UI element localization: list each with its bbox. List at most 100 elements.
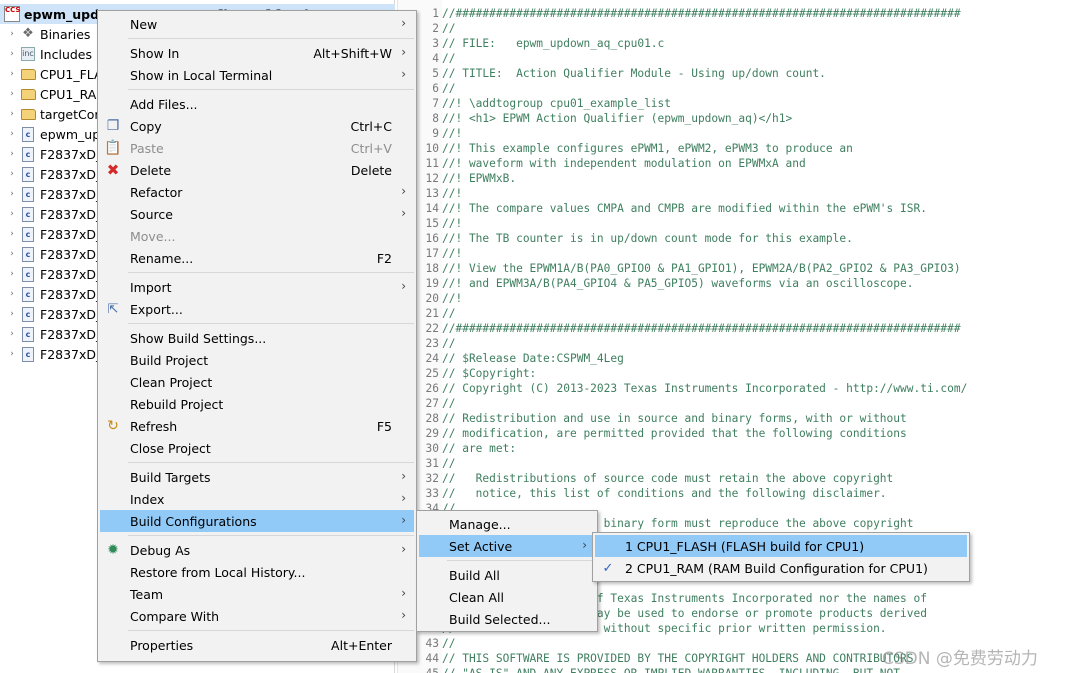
c-file-icon: c [20, 206, 36, 222]
menu-item-add-files[interactable]: Add Files... [100, 93, 414, 115]
folder-icon [20, 86, 36, 102]
submenu-arrow-icon: › [582, 538, 587, 552]
menu-item-import[interactable]: Import › [100, 276, 414, 298]
submenu-arrow-icon: › [401, 67, 406, 81]
menu-separator [128, 535, 414, 536]
menu-item-build-selected[interactable]: Build Selected... [419, 608, 595, 630]
set-active-option-1[interactable]: 1 CPU1_FLASH (FLASH build for CPU1) [595, 535, 967, 557]
expand-arrow-icon[interactable]: › [6, 169, 18, 179]
menu-icon-slot [419, 564, 445, 586]
menu-item-index[interactable]: Index › [100, 488, 414, 510]
menu-item-copy[interactable]: ❐ Copy Ctrl+C [100, 115, 414, 137]
menu-item-label: Build Selected... [449, 611, 551, 627]
menu-item-clean-project[interactable]: Clean Project [100, 371, 414, 393]
menu-item-refactor[interactable]: Refactor › [100, 181, 414, 203]
menu-item-clean-all[interactable]: Clean All [419, 586, 595, 608]
menu-item-properties[interactable]: Properties Alt+Enter [100, 634, 414, 656]
menu-item-new[interactable]: New › [100, 13, 414, 35]
code-line: 15//! [398, 216, 1065, 231]
code-line: 1//#####################################… [398, 6, 1065, 21]
menu-item-label: Delete [130, 162, 172, 178]
menu-item-refresh[interactable]: ↻ Refresh F5 [100, 415, 414, 437]
expand-arrow-icon[interactable]: › [6, 89, 18, 99]
folder-icon [20, 106, 36, 122]
code-text: // are met: [442, 442, 517, 455]
code-line: 17//! [398, 246, 1065, 261]
menu-item-label: Rebuild Project [130, 396, 224, 412]
menu-item-label: Compare With [130, 608, 220, 624]
expand-arrow-icon[interactable]: › [6, 329, 18, 339]
menu-item-rename[interactable]: Rename... F2 [100, 247, 414, 269]
expand-arrow-icon[interactable]: › [6, 249, 18, 259]
expand-arrow-icon[interactable]: › [6, 29, 18, 39]
expand-arrow-icon[interactable]: › [6, 129, 18, 139]
expand-arrow-icon[interactable]: › [6, 309, 18, 319]
code-text: //######################################… [442, 322, 961, 335]
menu-item-show-in[interactable]: Show In Alt+Shift+W › [100, 42, 414, 64]
code-line: 4// [398, 51, 1065, 66]
expand-arrow-icon[interactable]: › [6, 149, 18, 159]
menu-item-show-build-settings[interactable]: Show Build Settings... [100, 327, 414, 349]
code-text: // $Copyright: [442, 367, 537, 380]
expand-arrow-icon[interactable]: › [6, 109, 18, 119]
code-line: 32// Redistributions of source code must… [398, 471, 1065, 486]
menu-item-shortcut: Ctrl+V [350, 140, 392, 156]
code-line: 9//! [398, 126, 1065, 141]
menu-icon-slot [100, 64, 126, 86]
tree-item-label: F2837xD_ [40, 166, 103, 182]
tree-item-label: Includes [40, 46, 93, 62]
menu-item-shortcut: Delete [350, 162, 392, 178]
menu-item-label: Show Build Settings... [130, 330, 267, 346]
submenu-arrow-icon: › [401, 469, 406, 483]
menu-item-shortcut: Alt+Shift+W [313, 45, 392, 61]
menu-item-delete[interactable]: ✖ Delete Delete [100, 159, 414, 181]
expand-arrow-icon[interactable]: › [6, 229, 18, 239]
expand-arrow-icon[interactable]: › [6, 189, 18, 199]
menu-item-paste: 📋 Paste Ctrl+V [100, 137, 414, 159]
tree-item-label: F2837xD_ [40, 186, 103, 202]
menu-item-restore-from-local-history[interactable]: Restore from Local History... [100, 561, 414, 583]
menu-item-build-project[interactable]: Build Project [100, 349, 414, 371]
menu-item-manage[interactable]: Manage... [419, 513, 595, 535]
menu-separator [128, 272, 414, 273]
expand-arrow-icon[interactable]: › [6, 49, 18, 59]
code-text: // "AS IS" AND ANY EXPRESS OR IMPLIED WA… [442, 667, 900, 673]
code-text: // [442, 82, 456, 95]
expand-arrow-icon[interactable]: › [6, 289, 18, 299]
c-file-icon: c [20, 326, 36, 342]
code-text: // Copyright (C) 2013-2023 Texas Instrum… [442, 382, 968, 395]
menu-item-set-active[interactable]: Set Active › [419, 535, 595, 557]
expand-arrow-icon[interactable]: › [6, 69, 18, 79]
expand-arrow-icon[interactable]: › [6, 269, 18, 279]
project-context-menu: New › Show In Alt+Shift+W › Show in Local Ter… [97, 10, 417, 662]
menu-icon-slot [419, 513, 445, 535]
menu-item-rebuild-project[interactable]: Rebuild Project [100, 393, 414, 415]
export-icon: ⇱ [107, 301, 119, 317]
menu-item-label: Clean All [449, 589, 504, 605]
menu-item-team[interactable]: Team › [100, 583, 414, 605]
tree-item-label: F2837xD_ [40, 266, 103, 282]
menu-item-show-in-local-terminal[interactable]: Show in Local Terminal › [100, 64, 414, 86]
menu-item-shortcut: Ctrl+C [350, 118, 392, 134]
code-line: 11//! waveform with independent modulati… [398, 156, 1065, 171]
menu-item-build-targets[interactable]: Build Targets › [100, 466, 414, 488]
c-file-icon: c [20, 346, 36, 362]
menu-item-build-configurations[interactable]: Build Configurations › [100, 510, 414, 532]
tree-item-label: F2837xD_ [40, 286, 103, 302]
menu-item-label: Team [130, 586, 164, 602]
tree-item-label: F2837xD_ [40, 326, 103, 342]
set-active-submenu: 1 CPU1_FLASH (FLASH build for CPU1) ✓ 2 CP… [592, 532, 970, 582]
code-text: // THIS SOFTWARE IS PROVIDED BY THE COPY… [442, 652, 914, 665]
code-text: // $Release Date:CSPWM_4Leg [442, 352, 624, 365]
menu-item-debug-as[interactable]: ✹ Debug As › [100, 539, 414, 561]
menu-item-build-all[interactable]: Build All [419, 564, 595, 586]
expand-arrow-icon[interactable]: › [6, 349, 18, 359]
set-active-option-2[interactable]: ✓ 2 CPU1_RAM (RAM Build Configuration for… [595, 557, 967, 579]
menu-item-compare-with[interactable]: Compare With › [100, 605, 414, 627]
menu-item-source[interactable]: Source › [100, 203, 414, 225]
menu-icon-slot [100, 93, 126, 115]
expand-arrow-icon[interactable]: › [6, 209, 18, 219]
menu-item-close-project[interactable]: Close Project [100, 437, 414, 459]
menu-icon-slot [100, 225, 126, 247]
menu-item-export[interactable]: ⇱ Export... [100, 298, 414, 320]
